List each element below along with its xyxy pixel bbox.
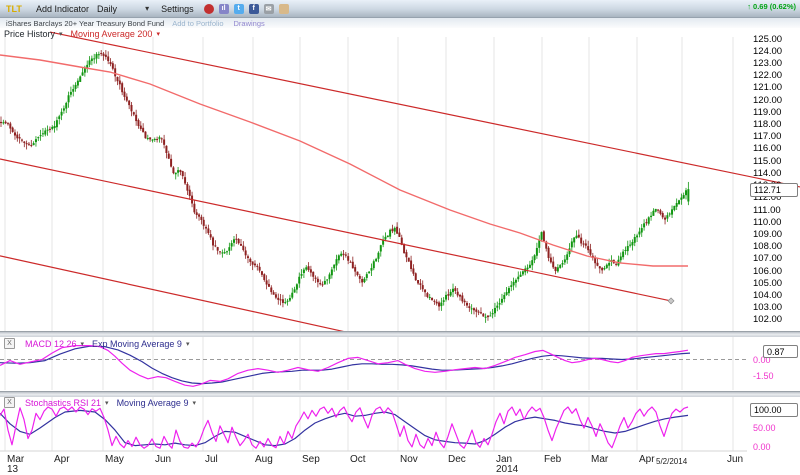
chevron-down-icon[interactable]: ▾ — [81, 340, 85, 348]
quote-change: ↑ 0.69 (0.62%) — [747, 2, 796, 11]
settings-button[interactable]: Settings — [161, 4, 194, 14]
price-axis-label: 122.00 — [753, 70, 782, 81]
price-axis-label: 123.00 — [753, 58, 782, 69]
email-icon[interactable]: ✉ — [264, 4, 274, 14]
stochastics-dropdown[interactable]: Stochastics RSI 21 — [25, 398, 101, 408]
x-axis-month-label: Dec — [448, 454, 466, 465]
price-axis-label: 111.00 — [753, 205, 781, 216]
price-axis-label: 120.00 — [753, 95, 782, 106]
price-history-dropdown[interactable]: Price History — [4, 29, 55, 39]
price-axis-label: 121.00 — [753, 82, 782, 93]
drawings-menu[interactable]: Drawings — [234, 19, 265, 28]
chevron-down-icon[interactable]: ▾ — [186, 340, 190, 348]
x-axis-year-label: 2014 — [496, 464, 518, 475]
stoch-panel-header: X Stochastics RSI 21 ▾ Moving Average 9 … — [4, 397, 196, 408]
timeframe-dropdown[interactable]: Daily — [97, 4, 117, 14]
chevron-down-icon[interactable]: ▾ — [192, 399, 196, 407]
price-axis-label: 110.00 — [753, 217, 781, 228]
exp-moving-average-dropdown[interactable]: Exp Moving Average 9 — [92, 339, 182, 349]
panel-splitter[interactable] — [0, 331, 800, 337]
macd-dropdown[interactable]: MACD 12 26 — [25, 339, 77, 349]
price-chart-area[interactable] — [0, 37, 747, 331]
moving-average-200-dropdown[interactable]: Moving Average 200 — [71, 29, 153, 39]
chevron-down-icon[interactable]: ▾ — [156, 30, 160, 38]
x-axis-month-label: Aug — [255, 454, 273, 465]
stoch-axis-label: 50.00 — [753, 423, 776, 433]
price-axis-label: 114.00 — [753, 168, 781, 179]
x-axis-month-label: Feb — [544, 454, 561, 465]
x-axis-month-label: Nov — [400, 454, 418, 465]
x-axis-month-label: Jul — [205, 454, 218, 465]
macd-axis-label: -1.50 — [753, 371, 774, 381]
up-arrow-icon: ↑ — [747, 2, 751, 11]
toolbar: TLT Add Indicator Daily ▾ Settings ıl t … — [0, 0, 800, 18]
quote-change-value: 0.69 (0.62%) — [753, 2, 796, 11]
symbol-input[interactable]: TLT — [6, 4, 28, 14]
add-to-portfolio-link[interactable]: Add to Portfolio — [172, 19, 223, 28]
stoch-axis-label: 0.00 — [753, 442, 771, 452]
x-axis-year-label: 13 — [7, 464, 18, 475]
macd-panel-header: X MACD 12 26 ▾ Exp Moving Average 9 ▾ — [4, 338, 189, 349]
price-axis-label: 107.00 — [753, 253, 782, 264]
fund-name: iShares Barclays 20+ Year Treasury Bond … — [6, 19, 164, 28]
current-date-label: 5/2/2014 — [656, 457, 687, 466]
chart-icon[interactable]: ıl — [219, 4, 229, 14]
price-axis-label: 125.00 — [753, 34, 782, 45]
macd-value-box: 0.87 — [763, 345, 798, 358]
chevron-down-icon[interactable]: ▾ — [145, 4, 149, 13]
price-axis-label: 118.00 — [753, 119, 781, 130]
price-axis-label: 115.00 — [753, 156, 781, 167]
price-axis-label: 119.00 — [753, 107, 781, 118]
chevron-down-icon[interactable]: ▾ — [59, 30, 63, 38]
macd-chart-area[interactable] — [0, 348, 747, 391]
price-axis-label: 117.00 — [753, 131, 781, 142]
price-axis-label: 108.00 — [753, 241, 782, 252]
subbar: iShares Barclays 20+ Year Treasury Bond … — [0, 18, 800, 28]
charting-app-window: TLT Add Indicator Daily ▾ Settings ıl t … — [0, 0, 800, 475]
x-axis-month-label: Mar — [591, 454, 608, 465]
x-axis-month-label: Apr — [639, 454, 655, 465]
price-axis-label: 105.00 — [753, 278, 782, 289]
x-axis-month-label: Oct — [350, 454, 366, 465]
price-axis-label: 103.00 — [753, 302, 782, 313]
chevron-down-icon[interactable]: ▾ — [105, 399, 109, 407]
price-axis-label: 102.00 — [753, 314, 782, 325]
x-axis-month-label: May — [105, 454, 124, 465]
facebook-icon[interactable]: f — [249, 4, 259, 14]
twitter-icon[interactable]: t — [234, 4, 244, 14]
toolbar-icons: ıl t f ✉ — [204, 4, 289, 14]
alarm-icon[interactable] — [204, 4, 214, 14]
last-price-box: 112.71 — [750, 183, 798, 197]
x-axis-month-label: Sep — [302, 454, 320, 465]
price-axis-label: 106.00 — [753, 266, 782, 277]
close-icon[interactable]: X — [4, 338, 15, 349]
moving-average-9-dropdown[interactable]: Moving Average 9 — [117, 398, 189, 408]
stoch-chart-area[interactable] — [0, 408, 747, 451]
x-axis-month-label: Jun — [727, 454, 743, 465]
x-axis-month-label: Jun — [155, 454, 171, 465]
price-axis-label: 104.00 — [753, 290, 782, 301]
share-icon[interactable] — [279, 4, 289, 14]
price-axis-label: 116.00 — [753, 143, 781, 154]
x-axis-month-label: Apr — [54, 454, 70, 465]
close-icon[interactable]: X — [4, 397, 15, 408]
stoch-value-box: 100.00 — [750, 403, 798, 417]
add-indicator-button[interactable]: Add Indicator — [36, 4, 89, 14]
price-axis-label: 124.00 — [753, 46, 782, 57]
price-panel-header: Price History ▾ Moving Average 200 ▾ — [4, 29, 160, 39]
price-axis-label: 109.00 — [753, 229, 782, 240]
